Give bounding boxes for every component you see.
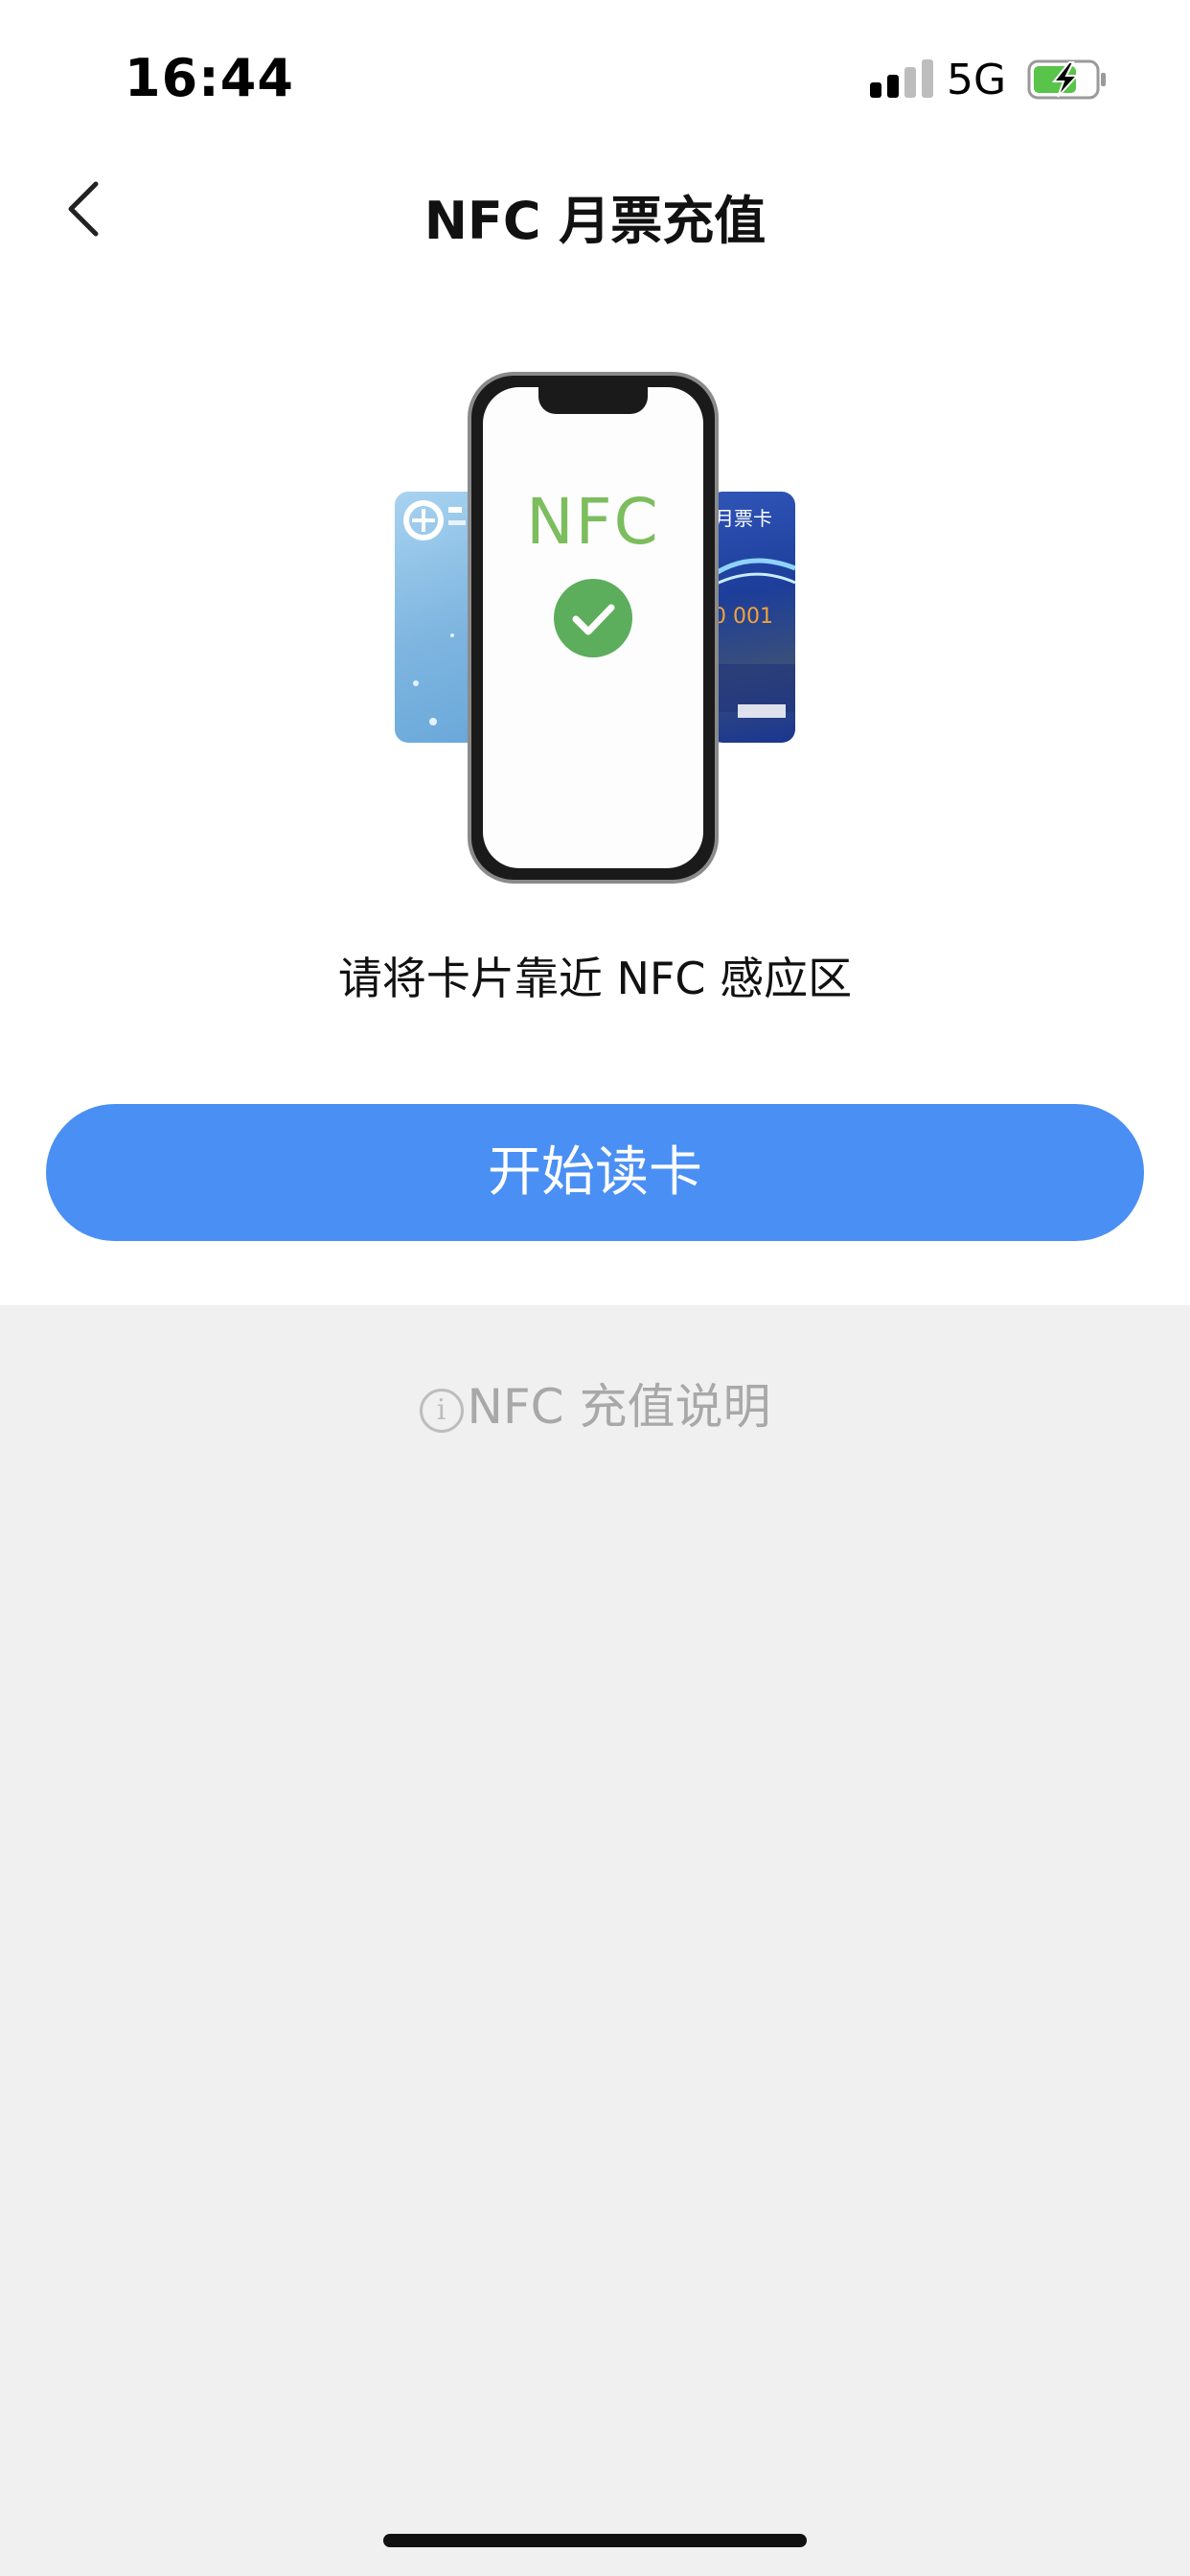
screen: 16:44 5G NFC 月票充值 月票卡 0 001 NFC 请将卡片靠近 N… [0, 0, 1190, 2576]
home-indicator[interactable] [383, 2534, 807, 2547]
check-icon [554, 579, 632, 657]
right-card-label: 月票卡 [715, 507, 772, 530]
right-card-number: 0 001 [713, 605, 773, 629]
network-type: 5G [947, 56, 1007, 104]
transit-card-right: 月票卡 0 001 [709, 492, 795, 743]
nfc-instructions-link[interactable]: i NFC 充值说明 [0, 1368, 1190, 1438]
info-icon: i [419, 1388, 464, 1433]
content-area: 16:44 5G NFC 月票充值 月票卡 0 001 NFC 请将卡片靠近 N… [0, 0, 1190, 1305]
phone-screen: NFC [483, 387, 703, 868]
phone-graphic: NFC [468, 372, 719, 884]
nfc-instructions-label: NFC 充值说明 [467, 1379, 771, 1435]
phone-notch [538, 387, 648, 414]
start-read-card-button[interactable]: 开始读卡 [46, 1104, 1144, 1241]
battery-charging-icon [1027, 59, 1110, 100]
nfc-hint-text: 请将卡片靠近 NFC 感应区 [337, 953, 853, 1004]
nfc-label: NFC [526, 485, 660, 559]
status-time: 16:44 [125, 48, 294, 108]
page-title: NFC 月票充值 [423, 191, 767, 251]
signal-icon [870, 59, 933, 98]
nfc-illustration: 月票卡 0 001 NFC [383, 372, 805, 889]
